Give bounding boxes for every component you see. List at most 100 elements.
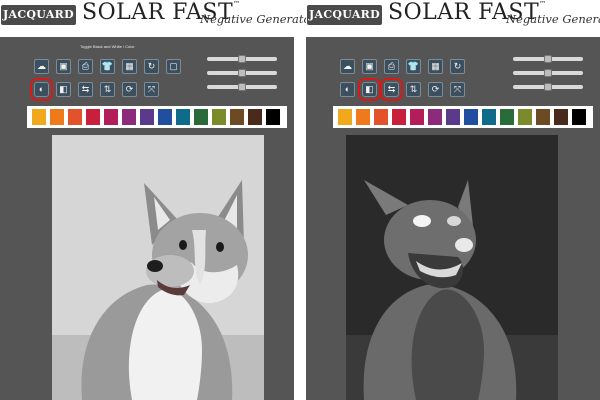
color-swatch[interactable]: [446, 109, 460, 125]
color-swatch[interactable]: [86, 109, 100, 125]
color-swatch[interactable]: [410, 109, 424, 125]
slider-handle[interactable]: [544, 83, 552, 91]
reset-button[interactable]: ↻: [450, 59, 465, 74]
bw-color-toggle-button[interactable]: ◐: [340, 82, 355, 97]
header: JACQUARD SOLAR FAST™ Negative Generator: [306, 0, 600, 34]
save-button[interactable]: ▣: [56, 59, 71, 74]
brand-subtitle: Negative Generator: [200, 12, 316, 26]
shirt-button[interactable]: 👕: [100, 59, 115, 74]
save-icon: ▣: [59, 61, 68, 71]
color-swatch[interactable]: [356, 109, 370, 125]
flip-horizontal-icon: ⇆: [387, 84, 396, 94]
color-swatch[interactable]: [140, 109, 154, 125]
grid-icon: ▦: [431, 61, 440, 71]
generator-panel-right: JACQUARD SOLAR FAST™ Negative Generator: [306, 0, 600, 400]
color-swatch[interactable]: [122, 109, 136, 125]
color-swatch[interactable]: [536, 109, 550, 125]
color-swatch[interactable]: [32, 109, 46, 125]
corgi-photo-bw: [52, 135, 264, 400]
color-swatch[interactable]: [50, 109, 64, 125]
adjustment-slider[interactable]: [513, 55, 583, 63]
color-swatch[interactable]: [554, 109, 568, 125]
adjustment-slider[interactable]: [207, 69, 277, 77]
invert-icon: ◧: [59, 84, 68, 94]
color-swatch[interactable]: [248, 109, 262, 125]
rotate-icon: ⟳: [431, 84, 440, 94]
invert-button[interactable]: ◧: [358, 78, 381, 101]
flip-vertical-button[interactable]: ⇅: [100, 82, 115, 97]
upload-button[interactable]: ☁: [340, 59, 355, 74]
grid-button[interactable]: ▦: [122, 59, 137, 74]
shirt-icon: 👕: [101, 61, 114, 71]
color-swatch-strip: [27, 106, 287, 128]
color-swatch[interactable]: [104, 109, 118, 125]
color-swatch[interactable]: [230, 109, 244, 125]
flip-horizontal-button[interactable]: ⇆: [78, 82, 93, 97]
bw-color-toggle-icon: ◐: [344, 84, 351, 94]
upload-icon: ☁: [37, 61, 46, 71]
brand-subtitle: Negative Generator: [506, 12, 600, 26]
color-swatch[interactable]: [482, 109, 496, 125]
jacquard-logo: JACQUARD: [1, 5, 76, 25]
trademark-mark: ™: [539, 0, 547, 8]
print-button[interactable]: ⎙: [384, 59, 399, 74]
image-preview: [346, 135, 558, 400]
adjustment-slider[interactable]: [513, 69, 583, 77]
color-swatch[interactable]: [212, 109, 226, 125]
flip-vertical-icon: ⇅: [103, 84, 112, 94]
crop-button[interactable]: ▢: [166, 59, 181, 74]
shirt-button[interactable]: 👕: [406, 59, 421, 74]
color-swatch[interactable]: [464, 109, 478, 125]
color-swatch[interactable]: [392, 109, 406, 125]
grid-icon: ▦: [125, 61, 134, 71]
header: JACQUARD SOLAR FAST™ Negative Generator: [0, 0, 316, 34]
slider-handle[interactable]: [238, 55, 246, 63]
slider-handle[interactable]: [238, 69, 246, 77]
rotate-button[interactable]: ⟳: [122, 82, 137, 97]
adjustment-slider[interactable]: [207, 83, 277, 91]
toolbar-tooltip: Toggle Black and White / Color: [80, 44, 135, 49]
flip-horizontal-button[interactable]: ⇆: [380, 78, 403, 101]
upload-icon: ☁: [343, 61, 352, 71]
invert-button[interactable]: ◧: [56, 82, 71, 97]
flip-vertical-button[interactable]: ⇅: [406, 82, 421, 97]
color-swatch[interactable]: [194, 109, 208, 125]
color-swatch[interactable]: [518, 109, 532, 125]
color-swatch[interactable]: [266, 109, 280, 125]
fit-icon: ⤧: [453, 84, 462, 94]
rotate-icon: ⟳: [125, 84, 134, 94]
crop-icon: ▢: [169, 61, 178, 71]
shirt-icon: 👕: [407, 61, 420, 71]
color-swatch[interactable]: [374, 109, 388, 125]
fit-icon: ⤧: [147, 84, 156, 94]
reset-icon: ↻: [147, 61, 156, 71]
adjustment-slider[interactable]: [207, 55, 277, 63]
color-swatch[interactable]: [338, 109, 352, 125]
color-swatch[interactable]: [428, 109, 442, 125]
slider-handle[interactable]: [544, 55, 552, 63]
flip-horizontal-icon: ⇆: [81, 84, 90, 94]
color-swatch[interactable]: [176, 109, 190, 125]
reset-button[interactable]: ↻: [144, 59, 159, 74]
color-swatch[interactable]: [68, 109, 82, 125]
rotate-button[interactable]: ⟳: [428, 82, 443, 97]
grid-button[interactable]: ▦: [428, 59, 443, 74]
invert-icon: ◧: [365, 84, 374, 94]
color-swatch[interactable]: [158, 109, 172, 125]
print-icon: ⎙: [387, 61, 396, 71]
generator-panel-left: JACQUARD SOLAR FAST™ Negative Generator …: [0, 0, 316, 400]
flip-vertical-icon: ⇅: [409, 84, 418, 94]
save-button[interactable]: ▣: [362, 59, 377, 74]
print-button[interactable]: ⎙: [78, 59, 93, 74]
image-preview: [52, 135, 264, 400]
bw-color-toggle-button[interactable]: ◐: [30, 78, 53, 101]
slider-handle[interactable]: [544, 69, 552, 77]
color-swatch[interactable]: [572, 109, 586, 125]
bw-color-toggle-icon: ◐: [38, 84, 45, 94]
fit-button[interactable]: ⤧: [144, 82, 159, 97]
upload-button[interactable]: ☁: [34, 59, 49, 74]
adjustment-slider[interactable]: [513, 83, 583, 91]
slider-handle[interactable]: [238, 83, 246, 91]
fit-button[interactable]: ⤧: [450, 82, 465, 97]
color-swatch[interactable]: [500, 109, 514, 125]
